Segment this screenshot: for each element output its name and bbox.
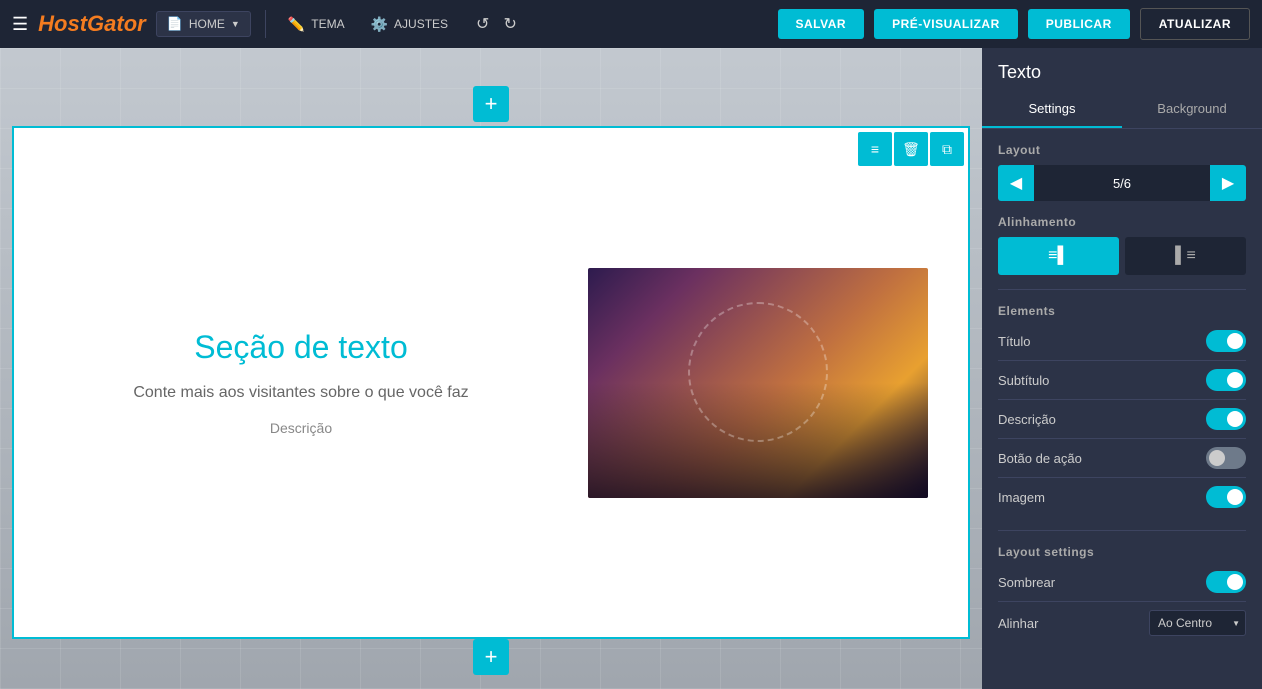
element-imagem-label: Imagem <box>998 490 1045 505</box>
layout-settings-label: Layout settings <box>998 545 1246 559</box>
sombrear-label: Sombrear <box>998 575 1055 590</box>
element-row-titulo: Título <box>998 322 1246 361</box>
topnav: ☰ HostGator 📄 HOME ▼ ✏️ TEMA ⚙️ AJUSTES … <box>0 0 1262 48</box>
doc-icon: 📄 <box>167 16 183 32</box>
section-image <box>588 268 928 498</box>
add-section-bottom-button[interactable]: + <box>473 639 509 675</box>
element-titulo-label: Título <box>998 334 1031 349</box>
panel-tabs: Settings Background <box>982 91 1262 129</box>
alinhar-label: Alinhar <box>998 616 1038 631</box>
hamburger-icon[interactable]: ☰ <box>12 14 28 35</box>
element-row-botao: Botão de ação <box>998 439 1246 478</box>
section-content: Seção de texto Conte mais aos visitantes… <box>14 128 968 637</box>
align-right-text-icon: ▌≡ <box>1175 247 1196 265</box>
element-botao-label: Botão de ação <box>998 451 1082 466</box>
add-section-top-button[interactable]: + <box>473 86 509 122</box>
toggle-titulo[interactable] <box>1206 330 1246 352</box>
tema-button[interactable]: ✏️ TEMA <box>280 12 353 37</box>
elements-label: Elements <box>998 304 1246 318</box>
elements-section: Elements Título Subtítulo Descrição <box>982 290 1262 530</box>
publicar-button[interactable]: PUBLICAR <box>1028 9 1130 39</box>
toggle-subtitulo[interactable] <box>1206 369 1246 391</box>
toggle-botao[interactable] <box>1206 447 1246 469</box>
atualizar-button[interactable]: ATUALIZAR <box>1140 8 1250 40</box>
section-subtitle: Conte mais aos visitantes sobre o que vo… <box>133 384 468 402</box>
section-text-area: Seção de texto Conte mais aos visitantes… <box>54 329 588 436</box>
section-duplicate-button[interactable]: ⧉ <box>930 132 964 166</box>
sombrear-row: Sombrear <box>998 563 1246 602</box>
element-subtitulo-label: Subtítulo <box>998 373 1049 388</box>
element-descricao-label: Descrição <box>998 412 1056 427</box>
section-toolbar: ≡ 🗑 ⧉ <box>858 132 964 166</box>
alignment-section: Alinhamento ≡▌ ▌≡ <box>982 215 1262 289</box>
logo: HostGator <box>38 11 146 37</box>
layout-label: Layout <box>998 143 1246 157</box>
section-description: Descrição <box>270 420 332 436</box>
layout-settings-section: Layout settings Sombrear Alinhar Ao Cent… <box>982 531 1262 658</box>
alinhar-select[interactable]: Ao Centro À Esquerda À Direita <box>1149 610 1246 636</box>
alignment-label: Alinhamento <box>998 215 1246 229</box>
right-panel: Texto Settings Background Layout ◀ 5/6 ▶… <box>982 48 1262 689</box>
page-label: HOME <box>189 17 225 31</box>
ajustes-button[interactable]: ⚙️ AJUSTES <box>363 12 456 37</box>
tab-settings[interactable]: Settings <box>982 91 1122 128</box>
main-area: + ≡ 🗑 ⧉ Seção de texto Conte mais aos vi… <box>0 48 1262 689</box>
salvar-button[interactable]: SALVAR <box>778 9 865 39</box>
image-arc <box>688 302 828 442</box>
layout-value: 5/6 <box>1034 176 1210 191</box>
preview-button[interactable]: PRÉ-VISUALIZAR <box>874 9 1018 39</box>
section-delete-button[interactable]: 🗑 <box>894 132 928 166</box>
section-title: Seção de texto <box>194 329 407 366</box>
brush-icon: ✏️ <box>288 16 305 33</box>
chevron-down-icon: ▼ <box>231 19 240 29</box>
undo-redo: ↺ ↻ <box>470 12 523 36</box>
toggle-imagem[interactable] <box>1206 486 1246 508</box>
canvas-area: + ≡ 🗑 ⧉ Seção de texto Conte mais aos vi… <box>0 48 982 689</box>
section-menu-button[interactable]: ≡ <box>858 132 892 166</box>
layout-next-button[interactable]: ▶ <box>1210 165 1246 201</box>
page-selector[interactable]: 📄 HOME ▼ <box>156 11 251 37</box>
align-right-text-button[interactable]: ▌≡ <box>1125 237 1246 275</box>
alinhar-select-wrapper: Ao Centro À Esquerda À Direita ▼ <box>1149 610 1246 636</box>
alignment-row: ≡▌ ▌≡ <box>998 237 1246 275</box>
toggle-sombrear[interactable] <box>1206 571 1246 593</box>
panel-title: Texto <box>982 48 1262 91</box>
gear-icon: ⚙️ <box>371 16 388 33</box>
element-row-descricao: Descrição <box>998 400 1246 439</box>
redo-button[interactable]: ↻ <box>497 12 522 36</box>
element-row-imagem: Imagem <box>998 478 1246 516</box>
layout-nav: ◀ 5/6 ▶ <box>998 165 1246 201</box>
element-row-subtitulo: Subtítulo <box>998 361 1246 400</box>
align-left-text-icon: ≡▌ <box>1048 247 1069 265</box>
toggle-descricao[interactable] <box>1206 408 1246 430</box>
layout-prev-button[interactable]: ◀ <box>998 165 1034 201</box>
align-left-text-button[interactable]: ≡▌ <box>998 237 1119 275</box>
layout-section: Layout ◀ 5/6 ▶ <box>982 129 1262 215</box>
alinhar-row: Alinhar Ao Centro À Esquerda À Direita ▼ <box>998 602 1246 644</box>
undo-button[interactable]: ↺ <box>470 12 495 36</box>
tab-background[interactable]: Background <box>1122 91 1262 128</box>
section-container: ≡ 🗑 ⧉ Seção de texto Conte mais aos visi… <box>12 126 970 639</box>
nav-divider <box>265 10 266 38</box>
